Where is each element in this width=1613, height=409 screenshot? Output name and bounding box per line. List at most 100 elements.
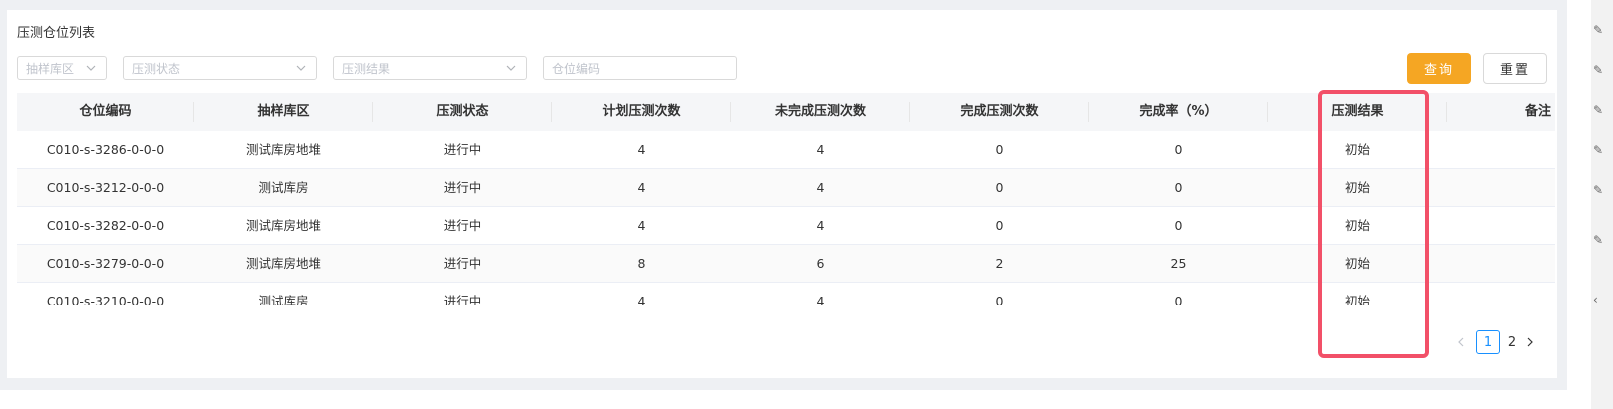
cell-code: C010-s-3286-0-0-0 bbox=[46, 141, 165, 157]
pagination-next-button[interactable] bbox=[1522, 330, 1538, 354]
header-area: 抽样库区 bbox=[194, 93, 373, 131]
reset-button[interactable]: 重置 bbox=[1483, 53, 1547, 84]
header-label: 压测结果 bbox=[1331, 104, 1384, 119]
cell-unfinished: 4 bbox=[816, 179, 825, 195]
result-select[interactable]: 压测结果 bbox=[333, 56, 527, 80]
header-remark: 备注 bbox=[1447, 93, 1555, 131]
cell-code: C010-s-3279-0-0-0 bbox=[46, 255, 165, 271]
cell-finished: 0 bbox=[995, 179, 1004, 195]
cell-planned: 4 bbox=[637, 179, 646, 195]
table-row[interactable]: C010-s-3210-0-0-0 测试库房 进行中 4 4 0 0 初始 bbox=[17, 283, 1555, 306]
header-label: 抽样库区 bbox=[257, 104, 310, 119]
edit-icon[interactable]: ✎ bbox=[1593, 182, 1609, 198]
cell-rate: 0 bbox=[1174, 141, 1183, 157]
cell-code: C010-s-3210-0-0-0 bbox=[46, 293, 165, 306]
cell-remark bbox=[1447, 131, 1555, 169]
cell-remark bbox=[1447, 283, 1555, 306]
table-row[interactable]: C010-s-3279-0-0-0 测试库房地堆 进行中 8 6 2 25 初始 bbox=[17, 245, 1555, 283]
pagination-page-2[interactable]: 2 bbox=[1504, 330, 1520, 354]
cell-unfinished: 4 bbox=[816, 141, 825, 157]
cell-finished: 0 bbox=[995, 293, 1004, 306]
header-code: 仓位编码 bbox=[17, 93, 194, 131]
cell-result: 初始 bbox=[1344, 217, 1370, 233]
edit-icon[interactable]: ✎ bbox=[1593, 142, 1609, 158]
cell-status: 进行中 bbox=[443, 293, 482, 306]
edit-icon[interactable]: ✎ bbox=[1593, 232, 1609, 248]
cell-area: 测试库房 bbox=[258, 179, 309, 195]
chevron-down-icon bbox=[84, 61, 98, 75]
cell-result: 初始 bbox=[1344, 179, 1370, 195]
content-background: 压测仓位列表 抽样库区 压测状态 压测结果 仓位编码 查询 重置 仓位编码 抽样… bbox=[0, 0, 1567, 390]
result-select-placeholder: 压测结果 bbox=[342, 61, 391, 76]
cell-code: C010-s-3282-0-0-0 bbox=[46, 217, 165, 233]
chevron-left-icon[interactable]: ‹ bbox=[1593, 292, 1609, 308]
cell-rate: 0 bbox=[1174, 293, 1183, 306]
cell-result: 初始 bbox=[1344, 255, 1370, 271]
page: 压测仓位列表 抽样库区 压测状态 压测结果 仓位编码 查询 重置 仓位编码 抽样… bbox=[0, 0, 1613, 409]
pagination-prev-button[interactable] bbox=[1453, 330, 1469, 354]
chevron-right-icon bbox=[1527, 337, 1533, 347]
chevron-down-icon bbox=[504, 61, 518, 75]
cell-remark bbox=[1447, 245, 1555, 283]
area-select[interactable]: 抽样库区 bbox=[17, 56, 107, 80]
header-label: 压测状态 bbox=[436, 104, 489, 119]
header-result: 压测结果 bbox=[1268, 93, 1447, 131]
table-row[interactable]: C010-s-3212-0-0-0 测试库房 进行中 4 4 0 0 初始 bbox=[17, 169, 1555, 207]
cell-planned: 4 bbox=[637, 141, 646, 157]
cell-unfinished: 6 bbox=[816, 255, 825, 271]
cell-status: 进行中 bbox=[443, 217, 482, 233]
table-header: 仓位编码 抽样库区 压测状态 计划压测次数 未完成压测次数 完成压测次数 完成率… bbox=[17, 93, 1555, 131]
header-rate: 完成率（%） bbox=[1089, 93, 1268, 131]
header-status: 压测状态 bbox=[373, 93, 552, 131]
cell-status: 进行中 bbox=[443, 141, 482, 157]
code-input[interactable]: 仓位编码 bbox=[543, 56, 737, 80]
edit-icon[interactable]: ✎ bbox=[1593, 62, 1609, 78]
header-label: 未完成压测次数 bbox=[774, 104, 866, 119]
cell-rate: 0 bbox=[1174, 217, 1183, 233]
header-label: 计划压测次数 bbox=[602, 104, 681, 119]
cell-remark bbox=[1447, 169, 1555, 207]
edit-icon[interactable]: ✎ bbox=[1593, 102, 1609, 118]
cell-planned: 4 bbox=[637, 293, 646, 306]
cell-status: 进行中 bbox=[443, 179, 482, 195]
header-label: 仓位编码 bbox=[79, 104, 132, 119]
cell-planned: 4 bbox=[637, 217, 646, 233]
edit-icon[interactable]: ✎ bbox=[1593, 22, 1609, 38]
cell-unfinished: 4 bbox=[816, 293, 825, 306]
panel-title: 压测仓位列表 bbox=[17, 26, 96, 41]
list-panel: 压测仓位列表 抽样库区 压测状态 压测结果 仓位编码 查询 重置 仓位编码 抽样… bbox=[7, 10, 1557, 378]
cell-finished: 2 bbox=[995, 255, 1004, 271]
right-side-panel: ✎ ✎ ✎ ✎ ✎ ✎ ‹ bbox=[1591, 0, 1613, 409]
cell-area: 测试库房地堆 bbox=[245, 217, 321, 233]
table-row[interactable]: C010-s-3286-0-0-0 测试库房地堆 进行中 4 4 0 0 初始 bbox=[17, 131, 1555, 169]
cell-rate: 25 bbox=[1170, 255, 1187, 271]
query-button[interactable]: 查询 bbox=[1407, 53, 1471, 84]
header-label: 完成压测次数 bbox=[960, 104, 1039, 119]
cell-area: 测试库房地堆 bbox=[245, 255, 321, 271]
cell-finished: 0 bbox=[995, 141, 1004, 157]
cell-rate: 0 bbox=[1174, 179, 1183, 195]
header-label: 完成率（%） bbox=[1139, 104, 1218, 119]
cell-result: 初始 bbox=[1344, 293, 1370, 306]
header-planned: 计划压测次数 bbox=[552, 93, 731, 131]
cell-area: 测试库房 bbox=[258, 293, 309, 306]
code-input-placeholder: 仓位编码 bbox=[552, 61, 601, 76]
status-select[interactable]: 压测状态 bbox=[123, 56, 317, 80]
status-select-placeholder: 压测状态 bbox=[132, 61, 181, 76]
header-unfinished: 未完成压测次数 bbox=[731, 93, 910, 131]
cell-unfinished: 4 bbox=[816, 217, 825, 233]
cell-remark bbox=[1447, 207, 1555, 245]
cell-code: C010-s-3212-0-0-0 bbox=[46, 179, 165, 195]
cell-area: 测试库房地堆 bbox=[245, 141, 321, 157]
cell-status: 进行中 bbox=[443, 255, 482, 271]
pagination-page-1[interactable]: 1 bbox=[1476, 330, 1500, 354]
area-select-placeholder: 抽样库区 bbox=[26, 61, 75, 76]
header-finished: 完成压测次数 bbox=[910, 93, 1089, 131]
cell-result: 初始 bbox=[1344, 141, 1370, 157]
cell-finished: 0 bbox=[995, 217, 1004, 233]
chevron-left-icon bbox=[1458, 337, 1464, 347]
data-table: 仓位编码 抽样库区 压测状态 计划压测次数 未完成压测次数 完成压测次数 完成率… bbox=[17, 93, 1555, 305]
header-label: 备注 bbox=[1524, 104, 1551, 119]
chevron-down-icon bbox=[294, 61, 308, 75]
table-row[interactable]: C010-s-3282-0-0-0 测试库房地堆 进行中 4 4 0 0 初始 bbox=[17, 207, 1555, 245]
